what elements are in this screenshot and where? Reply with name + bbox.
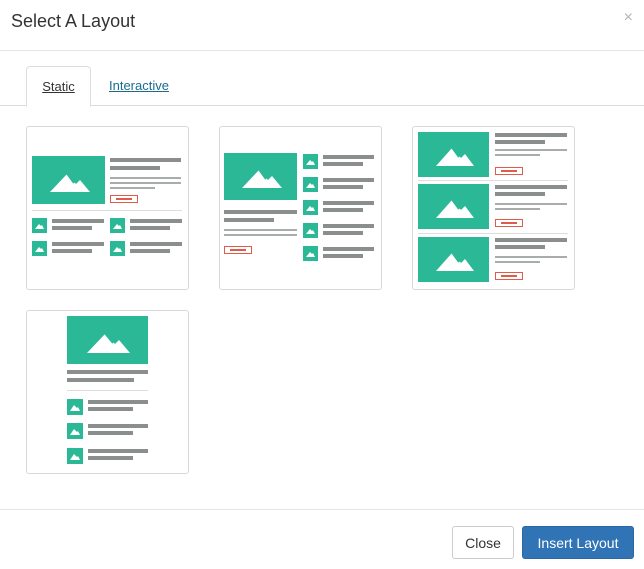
text-line [110,158,181,162]
text-line [88,431,133,435]
layout-card-single-column[interactable] [26,310,189,474]
text-line [52,226,92,230]
text-line [323,162,363,166]
text-line [495,203,567,205]
cta-button-thumb [495,219,523,227]
mountain-image-icon [110,241,125,256]
cta-button-thumb [495,272,523,280]
text-line [495,185,567,189]
mountain-image-icon [418,184,489,229]
text-line [495,133,567,137]
text-line [495,149,567,151]
mountain-image-icon [32,218,47,233]
mountain-image-icon [303,223,318,238]
text-line [130,219,182,223]
text-line [323,178,374,182]
text-line [323,254,363,258]
modal-footer: Close Insert Layout [0,509,644,569]
mountain-image-icon [418,237,489,282]
text-line [224,234,297,236]
text-line [88,407,133,411]
text-line [52,219,104,223]
text-line [495,192,545,196]
mountain-image-icon [303,246,318,261]
text-line [67,370,148,374]
mountain-image-icon [303,154,318,169]
layout-card-stacked-rows[interactable] [412,126,575,290]
text-line [224,210,297,214]
text-line [88,456,133,460]
text-line [88,424,148,428]
cta-button-thumb [110,195,138,203]
text-line [323,231,363,235]
layout-card-featured-grid[interactable] [26,126,189,290]
modal-header: Select A Layout × [0,0,644,51]
close-button[interactable]: Close [452,526,514,559]
mountain-image-icon [67,316,148,364]
mountain-image-icon [303,177,318,192]
text-line [130,242,182,246]
mountain-image-icon [32,156,105,204]
mountain-image-icon [418,132,489,177]
text-line [495,238,567,242]
text-line [67,378,134,382]
text-line [323,224,374,228]
text-line [323,247,374,251]
tab-static[interactable]: Static [26,66,91,107]
close-icon[interactable]: × [624,10,633,26]
insert-layout-button[interactable]: Insert Layout [522,526,634,559]
text-line [323,208,363,212]
text-line [130,226,170,230]
text-line [495,154,540,156]
modal-title: Select A Layout [11,11,136,31]
cta-button-thumb [224,246,252,254]
text-line [110,166,160,170]
mountain-image-icon [67,423,83,439]
text-line [110,182,181,184]
text-line [495,140,545,144]
text-line [323,201,374,205]
tab-interactive[interactable]: Interactive [94,66,184,106]
mountain-image-icon [32,241,47,256]
layout-card-featured-list[interactable] [219,126,382,290]
text-line [110,177,181,179]
divider [67,390,148,391]
divider [418,180,568,181]
text-line [88,400,148,404]
mountain-image-icon [224,153,297,200]
divider [32,210,182,211]
text-line [323,185,363,189]
cta-button-thumb [495,167,523,175]
text-line [495,256,567,258]
mountain-image-icon [67,399,83,415]
text-line [224,218,274,222]
text-line [52,249,92,253]
text-line [88,449,148,453]
mountain-image-icon [110,218,125,233]
divider [418,233,568,234]
text-line [130,249,170,253]
text-line [110,187,155,189]
text-line [495,208,540,210]
layout-tabs: Static Interactive [0,66,644,107]
text-line [495,261,540,263]
mountain-image-icon [67,448,83,464]
mountain-image-icon [303,200,318,215]
text-line [323,155,374,159]
text-line [495,245,545,249]
text-line [224,229,297,231]
text-line [52,242,104,246]
